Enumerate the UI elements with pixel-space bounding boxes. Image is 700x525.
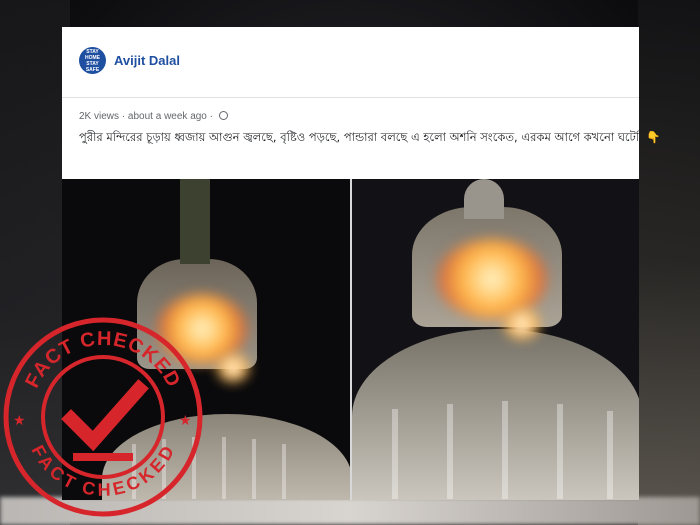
fact-checked-stamp: FACT CHECKED FACT CHECKED ★ ★ (3, 317, 203, 517)
globe-icon (218, 110, 228, 120)
photo-right[interactable] (352, 179, 639, 500)
dome-stripe (557, 404, 563, 499)
avatar-text: STAY HOME STAY SAFE (85, 48, 100, 73)
dome-stripe (607, 411, 613, 499)
dome-stripe (252, 439, 256, 499)
stamp-underline (73, 453, 133, 461)
meta-separator: · (121, 111, 126, 122)
fire-spark-right (504, 309, 540, 339)
post-caption: পুরীর মন্দিরের চূড়ায় ধ্বজায় আগুন জ্বল… (79, 130, 661, 144)
dome-stripe (392, 409, 398, 499)
author-name[interactable]: Avijit Dalal (114, 53, 180, 68)
background-blur-right (638, 0, 700, 525)
temple-spire-left (180, 179, 210, 264)
meta-separator-2: · (209, 111, 213, 122)
checkmark-icon (61, 379, 149, 452)
fire-spark-left (217, 354, 249, 382)
star-icon: ★ (13, 412, 26, 428)
dome-stripe (282, 444, 286, 499)
post-meta: 2K views · about a week ago · (79, 110, 228, 122)
star-icon: ★ (179, 412, 192, 428)
social-post-card: STAY HOME STAY SAFE Avijit Dalal 2K view… (62, 27, 661, 179)
post-header: STAY HOME STAY SAFE Avijit Dalal (62, 27, 639, 98)
view-count: 2K views (79, 111, 120, 122)
dome-stripe (447, 404, 453, 499)
post-time[interactable]: about a week ago (128, 111, 207, 122)
fire-glow-right (437, 239, 547, 319)
dome-stripe (222, 437, 226, 499)
stamp-bottom-text: FACT CHECKED (27, 442, 178, 500)
temple-spire-right (464, 179, 504, 219)
dome-stripe (502, 401, 508, 499)
avatar[interactable]: STAY HOME STAY SAFE (79, 47, 106, 74)
